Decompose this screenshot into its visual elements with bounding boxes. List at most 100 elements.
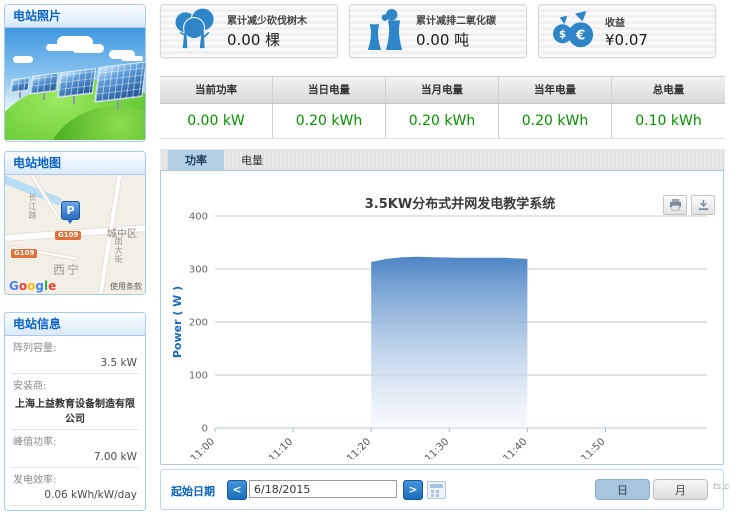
tab-energy[interactable]: 电量 [224,150,280,171]
card-value: 0.00 棵 [227,29,307,50]
info-row-registered: 注册时间: 六月 18,2015 [11,506,139,511]
map-panel-title: 电站地图 [13,156,61,170]
trees-saved-card: 累计减少砍伐树木 0.00 棵 [160,4,338,58]
road-badge: G109 [11,249,37,258]
day-range-button[interactable]: 日 [595,479,650,500]
svg-text:€: € [575,29,585,44]
co2-reduced-card: 累计减排二氧化碳 0.00 吨 [349,4,527,58]
eco-cards: 累计减少砍伐树木 0.00 棵 累计减排二氧化碳 0.00 吨 [160,4,725,58]
info-panel-header: 电站信息 [5,313,145,336]
info-value: 7.00 kW [13,448,137,463]
solar-panel [29,72,59,94]
photo-panel-title: 电站照片 [13,9,61,23]
district-label: 城中区 [107,225,137,240]
chart-watermark: ts.com [713,482,730,492]
svg-text:200: 200 [189,318,208,329]
card-label: 收益 [605,14,648,29]
info-label: 峰值功率: [13,433,137,448]
month-range-button[interactable]: 月 [653,479,708,500]
solar-panel [10,77,30,93]
card-value: 0.00 吨 [416,29,496,50]
stat-value: 0.20 kWh [499,104,611,138]
info-label: 注册时间: [13,509,137,511]
card-label: 累计减排二氧化碳 [416,12,496,27]
cooling-towers-icon [362,8,408,54]
stat-yearly-energy: 当年电量 0.20 kWh [499,77,612,138]
map-panel-header: 电站地图 [5,152,145,175]
info-label: 发电效率: [13,471,137,486]
svg-text:$: $ [559,29,566,41]
station-map[interactable]: 长江路 南大街 G109 G109 P 城中区 西宁 Google 使用条款 [5,175,145,294]
stat-header: 当日电量 [273,77,385,104]
card-label: 累计减少砍伐树木 [227,12,307,27]
google-letter: g [35,279,44,293]
date-input[interactable] [249,480,397,498]
info-value: 0.06 kWh/kW/day [13,486,137,501]
svg-text:Power ( W ): Power ( W ) [171,286,184,358]
svg-text:11:20: 11:20 [345,436,373,459]
map-pin-marker[interactable]: P [61,201,80,220]
map-panel: 电站地图 长江路 南大街 G109 G109 P 城中区 西宁 Google 使… [4,151,146,295]
income-card: $ € 收益 ¥0.07 [538,4,716,58]
google-logo[interactable]: Google [9,279,56,293]
stat-monthly-energy: 当月电量 0.20 kWh [386,77,499,138]
svg-text:11:10: 11:10 [267,436,295,459]
road-label: 长江路 [27,193,38,220]
money-bags-icon: $ € [551,8,597,54]
svg-text:11:30: 11:30 [423,436,451,459]
power-area-chart[interactable]: 010020030040011:0011:1011:2011:3011:4011… [169,199,717,459]
trees-icon [173,8,219,54]
info-panel-title: 电站信息 [13,317,61,331]
city-label: 西宁 [53,261,81,278]
stat-header: 总电量 [612,77,725,104]
info-row-capacity: 阵列容量: 3.5 kW [11,336,139,374]
stat-header: 当年电量 [499,77,611,104]
card-text: 累计减排二氧化碳 0.00 吨 [416,12,496,50]
chart-tabs: 功率电量 [160,149,725,170]
info-label: 安装商: [13,377,137,392]
card-text: 收益 ¥0.07 [605,14,648,49]
power-stats-table: 当前功率 0.00 kW 当日电量 0.20 kWh 当月电量 0.20 kWh… [160,76,725,139]
road-badge: G109 [55,231,81,240]
info-label: 阵列容量: [13,339,137,354]
photo-panel: 电站照片 [4,4,146,142]
stat-daily-energy: 当日电量 0.20 kWh [273,77,386,138]
info-list: 阵列容量: 3.5 kW 安装商: 上海上益教育设备制造有限公司 峰值功率: 7… [5,336,145,511]
terms-of-use-link[interactable]: 使用条款 [110,281,142,292]
road-label: 南大街 [113,237,124,264]
info-row-efficiency: 发电效率: 0.06 kWh/kW/day [11,468,139,506]
google-letter: o [19,279,27,293]
stat-header: 当前功率 [160,77,272,104]
card-value: ¥0.07 [605,31,648,49]
google-letter: e [48,279,56,293]
power-chart-panel: 3.5KW分布式并网发电教学系统 010020030040011:0011:10… [160,170,724,465]
cloud [13,56,33,63]
stat-header: 当月电量 [386,77,498,104]
info-value: 3.5 kW [13,354,137,369]
stat-total-energy: 总电量 0.10 kWh [612,77,725,138]
info-row-peak-power: 峰值功率: 7.00 kW [11,430,139,468]
svg-text:100: 100 [189,371,208,382]
calendar-icon[interactable] [427,481,446,499]
stat-value: 0.20 kWh [386,104,498,138]
date-control-bar: 起始日期 < > 日 月 ts.com [160,469,724,510]
next-day-button[interactable]: > [403,480,423,500]
station-photo [5,28,145,140]
tab-power[interactable]: 功率 [168,150,224,171]
photo-panel-header: 电站照片 [5,5,145,28]
cloud [109,50,135,59]
cloud [57,36,93,49]
prev-day-button[interactable]: < [227,480,247,500]
dashboard: 电站照片 电站地图 长江路 南大街 [0,0,730,516]
svg-text:0: 0 [202,424,208,435]
svg-text:11:40: 11:40 [501,436,529,459]
stat-current-power: 当前功率 0.00 kW [160,77,273,138]
card-text: 累计减少砍伐树木 0.00 棵 [227,12,307,50]
stat-value: 0.20 kWh [273,104,385,138]
start-date-label: 起始日期 [171,483,215,499]
info-panel: 电站信息 阵列容量: 3.5 kW 安装商: 上海上益教育设备制造有限公司 峰值… [4,312,146,511]
info-value: 上海上益教育设备制造有限公司 [13,392,137,425]
info-row-installer: 安装商: 上海上益教育设备制造有限公司 [11,374,139,430]
stat-value: 0.10 kWh [612,104,725,138]
solar-panel [94,61,145,102]
